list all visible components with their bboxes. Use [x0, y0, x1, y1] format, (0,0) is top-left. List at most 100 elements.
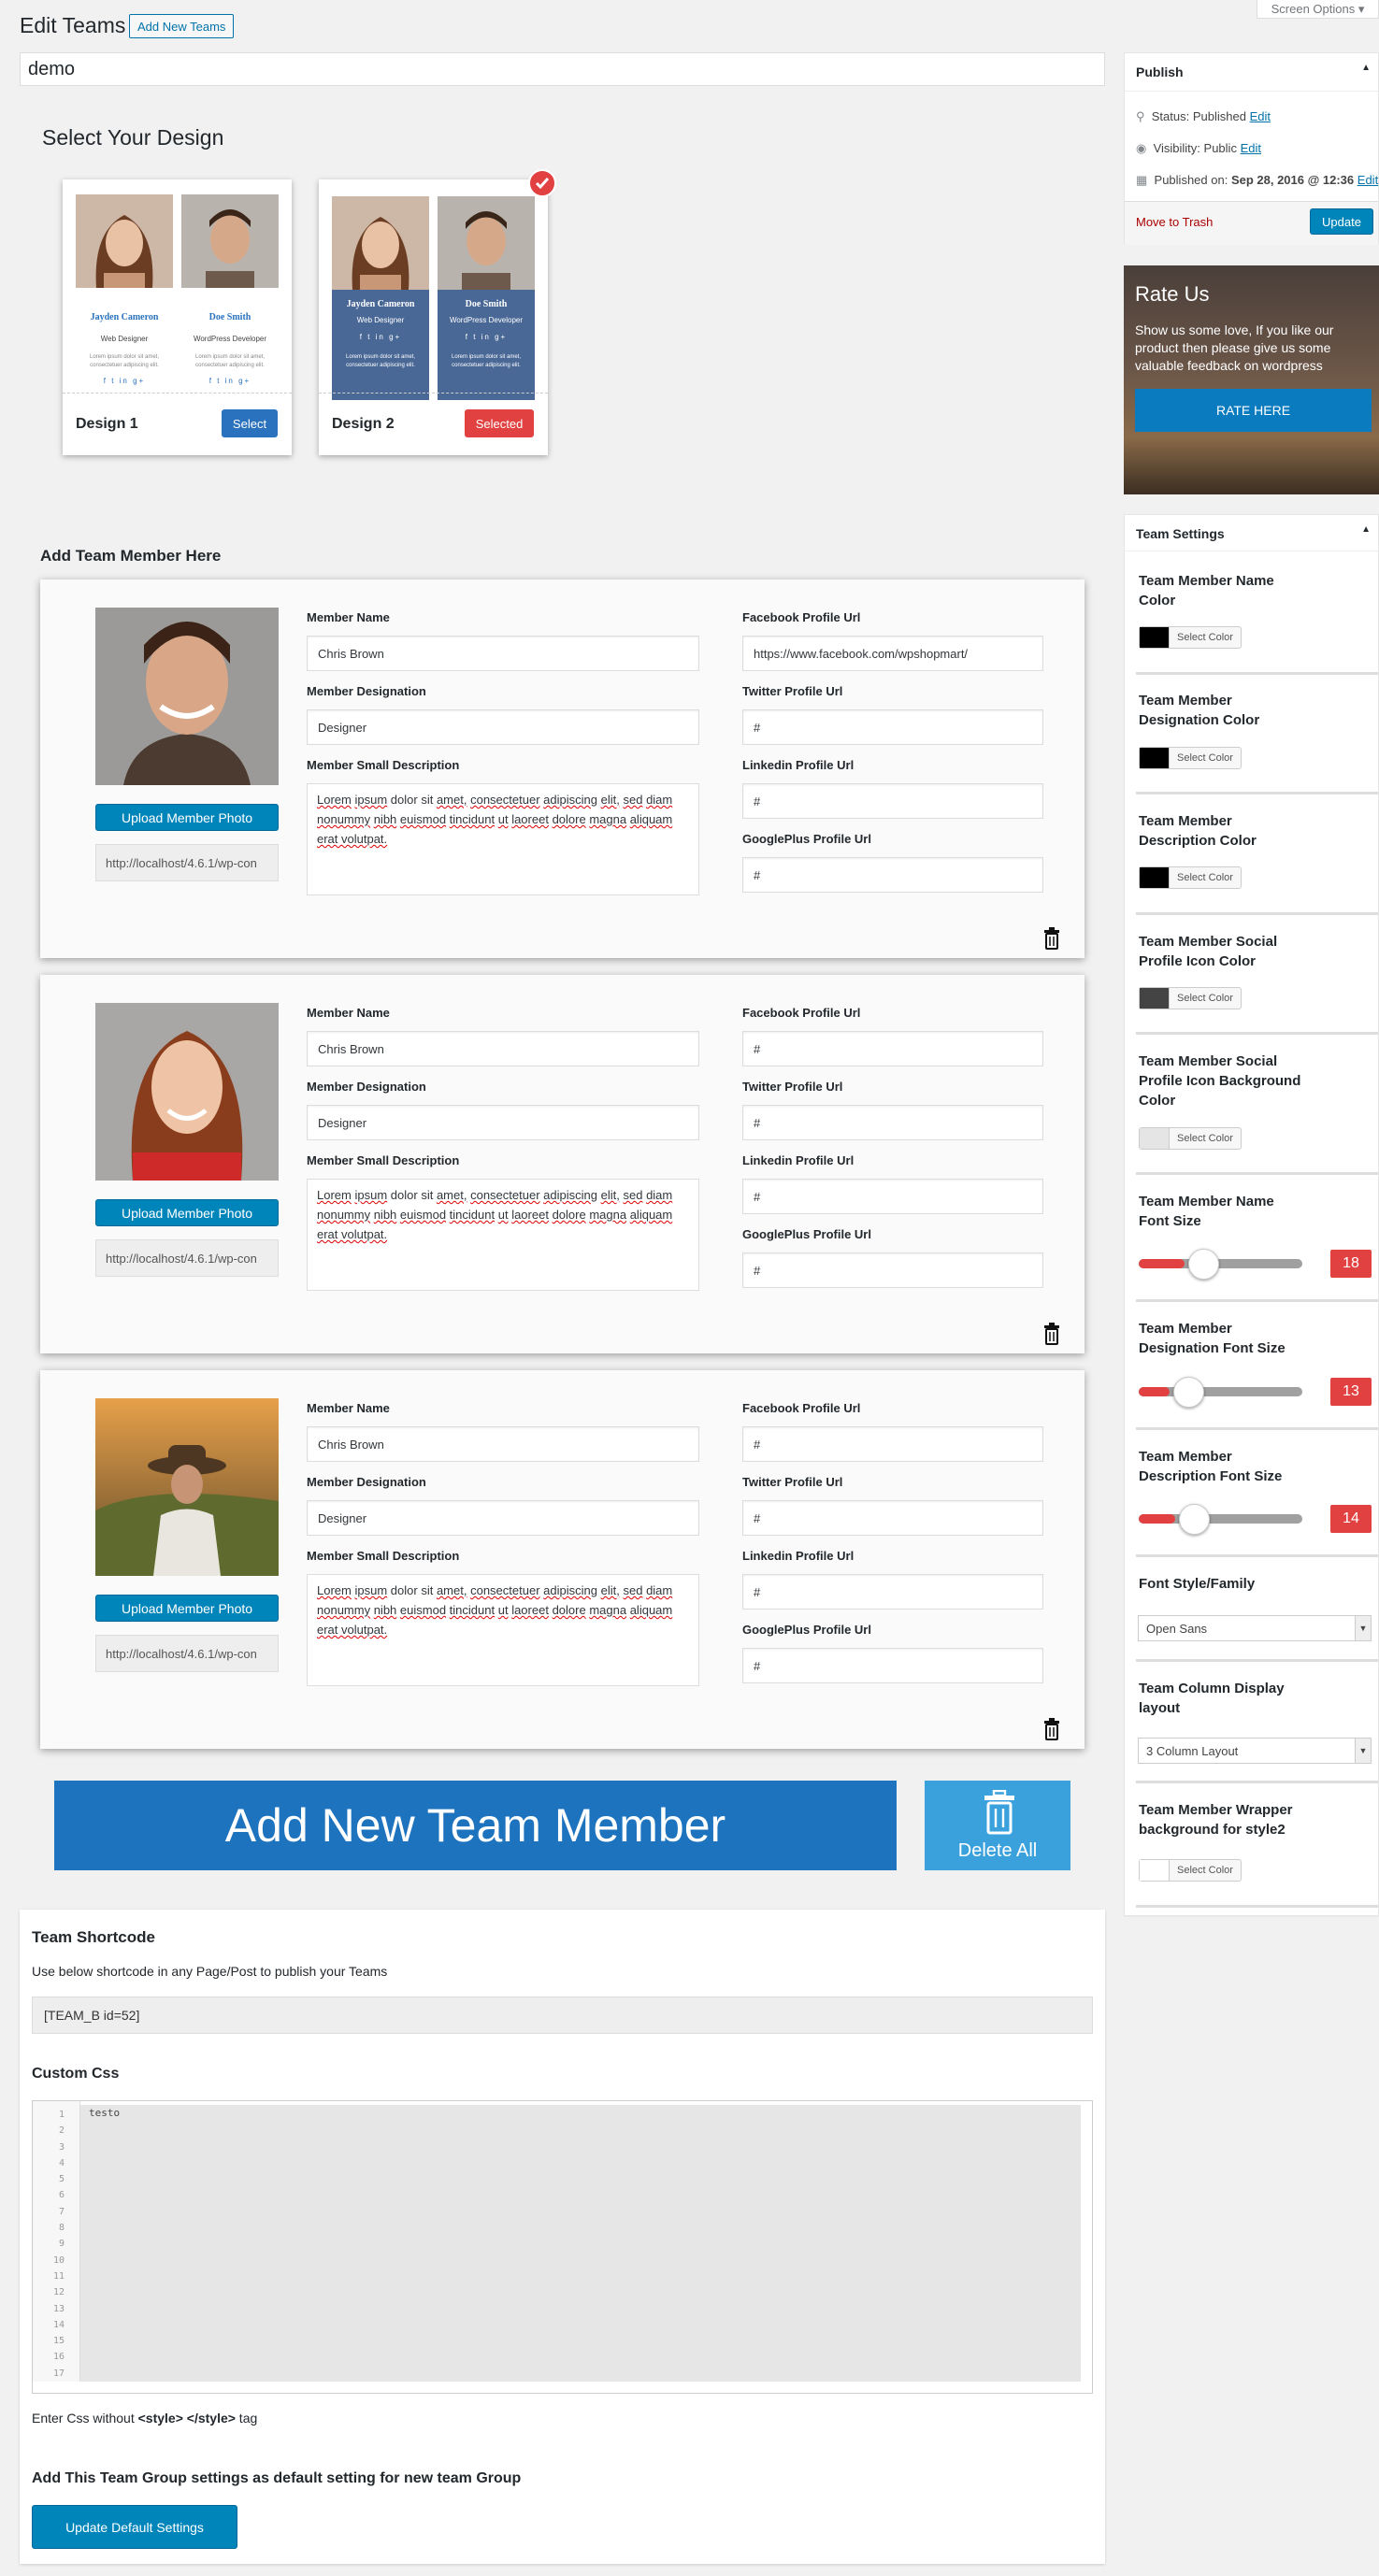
- description-color-picker[interactable]: Select Color: [1139, 866, 1242, 889]
- publish-box: Publish ▲ ⚲ Status: Published Edit ◉ Vis…: [1124, 52, 1379, 245]
- slider-handle[interactable]: [1173, 1377, 1204, 1408]
- rate-us-title: Rate Us: [1135, 282, 1210, 306]
- designation-font-size-value: 13: [1330, 1378, 1372, 1406]
- social-icon-bg-color-label: Team Member Social Profile Icon Backgrou…: [1139, 1053, 1301, 1109]
- google-input[interactable]: #: [742, 1648, 1043, 1683]
- member-designation-label: Member Designation: [307, 1475, 426, 1489]
- css-code[interactable]: testo: [89, 2107, 120, 2119]
- name-font-size-value: 18: [1330, 1250, 1372, 1278]
- designation-color-label: Team Member Designation Color: [1139, 693, 1260, 728]
- twitter-input[interactable]: #: [742, 709, 1043, 745]
- man-photo: [181, 194, 279, 288]
- member-description-label: Member Small Description: [307, 1549, 460, 1563]
- member-card: Upload Member Photo http://localhost/4.6…: [40, 975, 1085, 1353]
- add-new-team-member-button[interactable]: Add New Team Member: [54, 1781, 897, 1870]
- member-description-label: Member Small Description: [307, 758, 460, 772]
- design-2-member-1: Jayden Cameron Web Designer f t in g+ Lo…: [332, 196, 429, 400]
- rate-here-button[interactable]: RATE HERE: [1135, 389, 1372, 432]
- google-input[interactable]: #: [742, 857, 1043, 893]
- social-icons: f t in g+: [208, 377, 251, 385]
- design-1-card[interactable]: Jayden Cameron Web Designer Lorem ipsum …: [63, 179, 292, 455]
- description-font-size-slider[interactable]: [1139, 1504, 1302, 1535]
- trash-icon[interactable]: [1042, 1718, 1061, 1740]
- design-2-card[interactable]: Jayden Cameron Web Designer f t in g+ Lo…: [319, 179, 548, 455]
- pin-icon: ⚲: [1136, 109, 1145, 123]
- title-input[interactable]: demo: [20, 52, 1105, 86]
- twitter-input[interactable]: #: [742, 1105, 1043, 1140]
- eye-icon: ◉: [1136, 141, 1147, 155]
- trash-icon[interactable]: [1042, 927, 1061, 950]
- collapse-icon[interactable]: ▲: [1361, 524, 1371, 535]
- photo-url-field[interactable]: http://localhost/4.6.1/wp-con: [95, 844, 279, 881]
- edit-visibility-link[interactable]: Edit: [1241, 141, 1261, 155]
- google-label: GooglePlus Profile Url: [742, 832, 871, 846]
- member-designation-input[interactable]: Designer: [307, 709, 699, 745]
- member-name-input[interactable]: Chris Brown: [307, 1031, 699, 1066]
- member-description-label: Member Small Description: [307, 1153, 460, 1167]
- design-2-member-2: Doe Smith WordPress Developer f t in g+ …: [438, 196, 535, 400]
- shortcode-hint: Use below shortcode in any Page/Post to …: [32, 1964, 388, 1979]
- upload-photo-button[interactable]: Upload Member Photo: [95, 1595, 279, 1622]
- add-new-teams-button[interactable]: Add New Teams: [129, 14, 235, 38]
- defaults-title: Add This Team Group settings as default …: [32, 2470, 522, 2486]
- upload-photo-button[interactable]: Upload Member Photo: [95, 1199, 279, 1226]
- update-default-settings-button[interactable]: Update Default Settings: [32, 2505, 237, 2549]
- description-font-size-label: Team Member Description Font Size: [1139, 1449, 1283, 1484]
- man-photo: [438, 196, 535, 290]
- member-description-textarea[interactable]: Lorem ipsum dolor sit amet, consectetuer…: [307, 1574, 699, 1686]
- collapse-icon[interactable]: ▲: [1361, 63, 1371, 73]
- google-input[interactable]: #: [742, 1252, 1043, 1288]
- facebook-input[interactable]: https://www.facebook.com/wpshopmart/: [742, 636, 1043, 671]
- wrapper-bg-color-picker[interactable]: Select Color: [1139, 1859, 1242, 1882]
- edit-date-link[interactable]: Edit: [1357, 173, 1378, 187]
- linkedin-input[interactable]: #: [742, 783, 1043, 819]
- page-title: Edit Teams: [20, 13, 126, 37]
- member-name-input[interactable]: Chris Brown: [307, 636, 699, 671]
- member-name-input[interactable]: Chris Brown: [307, 1426, 699, 1462]
- social-icons: f t in g+: [465, 333, 508, 341]
- woman-photo: [76, 194, 173, 288]
- name-font-size-slider[interactable]: [1139, 1249, 1302, 1280]
- name-color-picker[interactable]: Select Color: [1139, 626, 1242, 649]
- member-name-label: Member Name: [307, 1006, 390, 1020]
- slider-handle[interactable]: [1179, 1504, 1210, 1535]
- linkedin-input[interactable]: #: [742, 1574, 1043, 1610]
- shortcode-field[interactable]: [TEAM_B id=52]: [32, 1996, 1093, 2034]
- twitter-label: Twitter Profile Url: [742, 1080, 843, 1094]
- member-description-textarea[interactable]: Lorem ipsum dolor sit amet, consectetuer…: [307, 1179, 699, 1291]
- delete-all-button[interactable]: Delete All: [925, 1781, 1070, 1870]
- edit-status-link[interactable]: Edit: [1250, 109, 1271, 123]
- woman-photo: [332, 196, 429, 290]
- member-designation-input[interactable]: Designer: [307, 1105, 699, 1140]
- photo-url-field[interactable]: http://localhost/4.6.1/wp-con: [95, 1239, 279, 1277]
- font-family-select[interactable]: Open Sans ▼: [1138, 1615, 1372, 1641]
- social-icons: f t in g+: [103, 377, 146, 385]
- social-icon-color-picker[interactable]: Select Color: [1139, 987, 1242, 1009]
- description-color-label: Team Member Description Color: [1139, 813, 1257, 849]
- twitter-input[interactable]: #: [742, 1500, 1043, 1536]
- member-designation-label: Member Designation: [307, 1080, 426, 1094]
- photo-url-field[interactable]: http://localhost/4.6.1/wp-con: [95, 1635, 279, 1672]
- calendar-icon: ▦: [1136, 173, 1148, 187]
- slider-handle[interactable]: [1188, 1249, 1219, 1280]
- column-layout-select[interactable]: 3 Column Layout ▼: [1138, 1738, 1372, 1764]
- update-button[interactable]: Update: [1310, 208, 1373, 235]
- designation-font-size-slider[interactable]: [1139, 1377, 1302, 1408]
- css-editor[interactable]: 1 2 3 4 5 6 7 8 9 10 11 12 13 14 15 16 17 testo: [32, 2100, 1093, 2394]
- design-1-select-button[interactable]: Select: [222, 409, 278, 437]
- trash-icon[interactable]: [1042, 1323, 1061, 1345]
- social-icon-bg-color-picker[interactable]: Select Color: [1139, 1127, 1242, 1150]
- upload-photo-button[interactable]: Upload Member Photo: [95, 804, 279, 831]
- facebook-input[interactable]: #: [742, 1426, 1043, 1462]
- screen-options-button[interactable]: Screen Options ▾: [1257, 0, 1379, 19]
- designation-color-picker[interactable]: Select Color: [1139, 747, 1242, 769]
- linkedin-input[interactable]: #: [742, 1179, 1043, 1214]
- facebook-input[interactable]: #: [742, 1031, 1043, 1066]
- move-to-trash-link[interactable]: Move to Trash: [1136, 215, 1213, 229]
- chevron-down-icon: ▼: [1355, 1616, 1371, 1640]
- member-designation-input[interactable]: Designer: [307, 1500, 699, 1536]
- css-note: Enter Css without <style> </style> tag: [32, 2411, 258, 2426]
- design-2-selected-button[interactable]: Selected: [465, 409, 534, 437]
- member-photo: [95, 608, 279, 785]
- member-description-textarea[interactable]: Lorem ipsum dolor sit amet, consectetuer…: [307, 783, 699, 895]
